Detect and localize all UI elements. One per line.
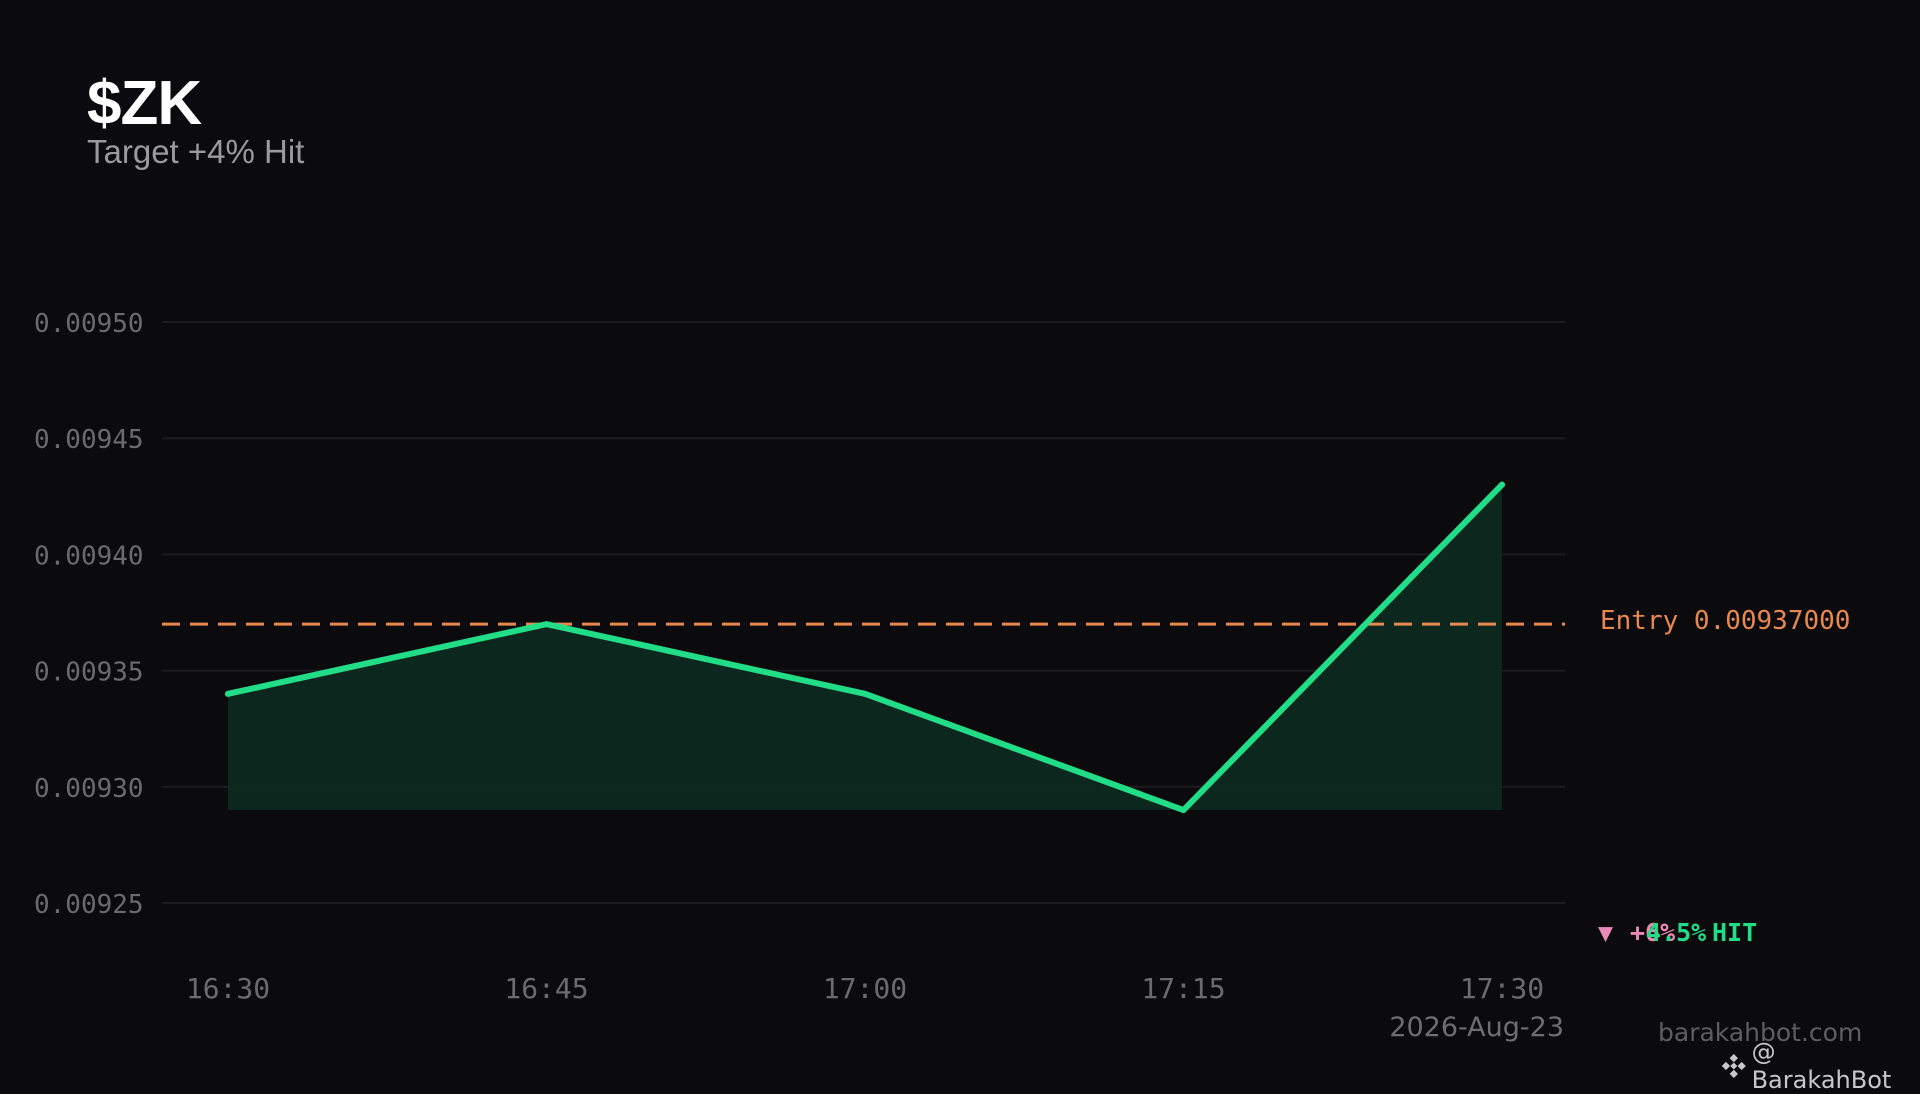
price-point [862,690,868,697]
y-axis-ticks: 0.00925 0.00930 0.00935 0.00940 0.00945 0.009… [34,309,144,920]
price-point [1180,807,1187,814]
price-point [225,690,231,697]
x-tick-label: 16:45 [504,972,588,1005]
entry-label: Entry 0.00937000 [1600,606,1851,636]
hit-badge: HIT [1712,918,1758,947]
x-tick-label: 17:30 [1460,972,1544,1005]
y-tick-label: 0.00950 [34,309,144,339]
y-tick-label: 0.00935 [34,658,144,688]
x-tick-label: 17:00 [823,972,907,1005]
x-tick-label: 16:30 [186,972,270,1005]
watermark-handle: @ BarakahBot [1722,1038,1920,1094]
chart-date: 2026-Aug-23 [1389,1012,1564,1043]
y-tick-label: 0.00940 [34,541,144,571]
y-tick-label: 0.00925 [34,890,144,920]
x-tick-label: 17:15 [1141,972,1225,1005]
x-axis-ticks: 16:30 16:45 17:00 17:15 17:30 [186,972,1544,1005]
down-arrow-icon: ▼ [1598,918,1614,947]
handle-text: @ BarakahBot [1751,1038,1892,1094]
grid-layer [162,321,1565,904]
y-tick-label: 0.00930 [34,774,144,804]
change-percent-positive: 4.5% [1646,918,1707,947]
price-point [1499,481,1505,488]
binance-diamond-icon [1722,1054,1746,1078]
price-area-fill [228,484,1502,811]
y-tick-label: 0.00945 [34,425,144,455]
price-point [543,621,550,628]
